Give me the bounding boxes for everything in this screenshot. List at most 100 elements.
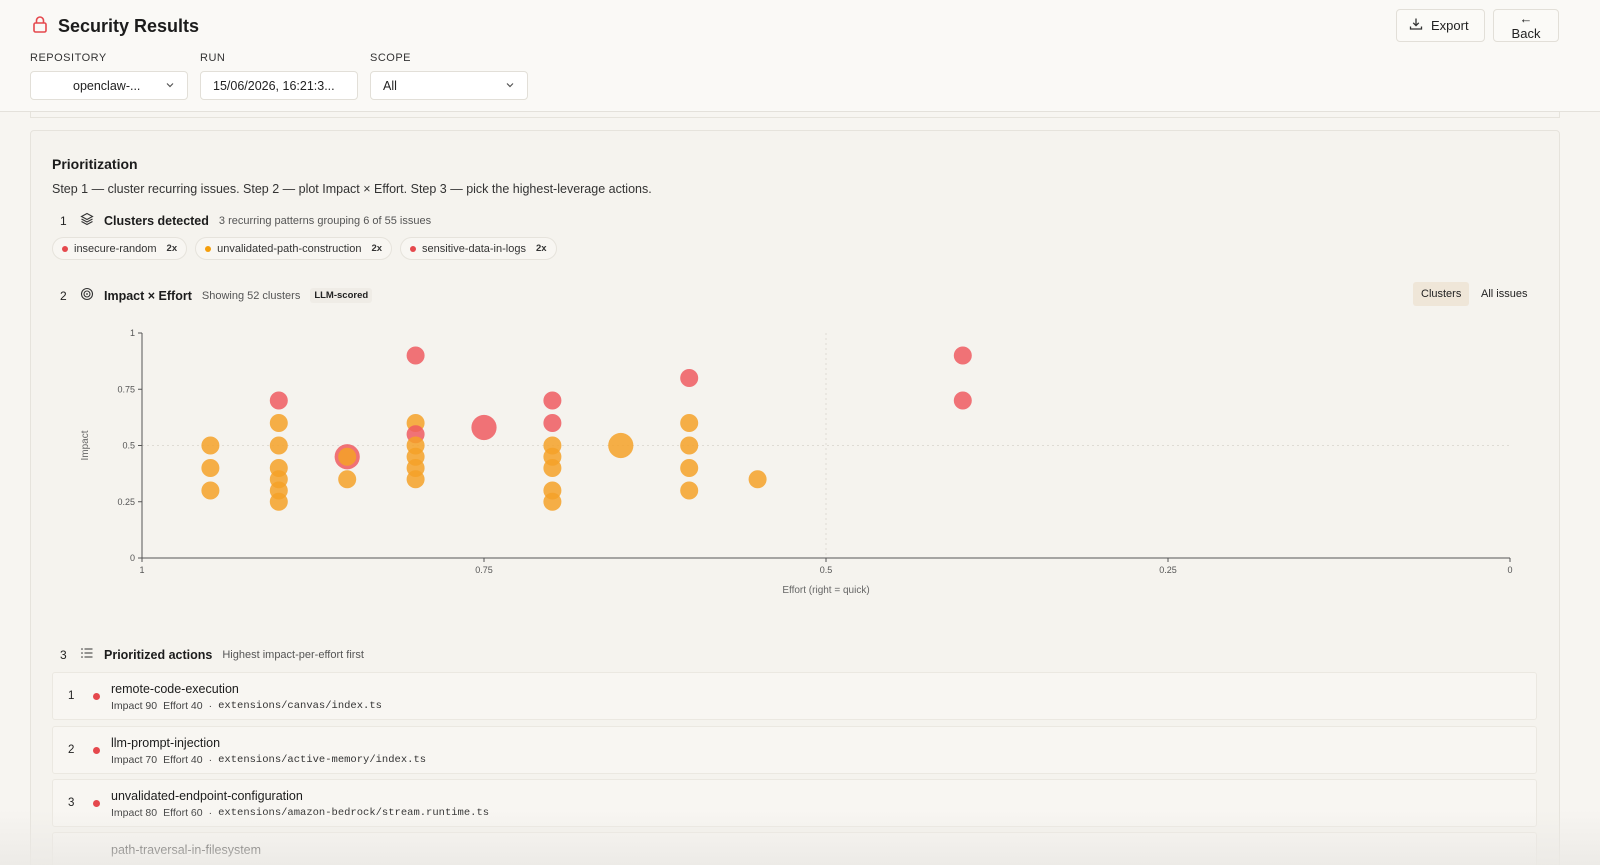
lock-icon xyxy=(30,14,50,39)
action-item[interactable]: 1 remote-code-execution Impact 90 Effort… xyxy=(52,672,1537,720)
export-button[interactable]: Export xyxy=(1396,9,1485,42)
run-filter: RUN 15/06/2026, 16:21:3... xyxy=(200,52,358,100)
run-label: RUN xyxy=(200,52,226,64)
action-name: unvalidated-endpoint-configuration xyxy=(111,789,303,803)
cluster-point[interactable] xyxy=(406,470,425,489)
scope-select[interactable]: All xyxy=(370,71,528,100)
cluster-point[interactable] xyxy=(543,414,562,432)
action-meta: Impact 70 Effort 40 · extensions/active-… xyxy=(111,754,426,766)
meta-separator: · xyxy=(208,700,213,712)
x-tick-label: 0 xyxy=(1507,565,1512,575)
cluster-point[interactable] xyxy=(269,414,288,432)
action-rank: 2 xyxy=(68,744,75,756)
cluster-point[interactable] xyxy=(201,436,220,455)
chip-label: sensitive-data-in-logs xyxy=(422,242,526,255)
step-title: Clusters detected xyxy=(104,213,209,228)
run-value: 15/06/2026, 16:21:3... xyxy=(213,78,335,93)
run-select[interactable]: 15/06/2026, 16:21:3... xyxy=(200,71,358,100)
action-effort: Effort 40 xyxy=(163,700,203,712)
chevron-down-icon xyxy=(505,79,515,93)
all-issues-toggle[interactable]: All issues xyxy=(1473,282,1535,306)
impact-effort-chart: 1 0.75 0.5 0.25 0 0 0.25 0.5 0.75 1 Effort (right … xyxy=(80,328,1513,596)
step-subtitle: Showing 52 clusters xyxy=(201,289,301,302)
y-tick-label: 1 xyxy=(130,328,135,338)
step-title: Impact × Effort xyxy=(104,288,192,303)
action-item[interactable]: 2 llm-prompt-injection Impact 70 Effort … xyxy=(52,726,1537,774)
cluster-point[interactable] xyxy=(608,432,634,459)
cluster-point[interactable] xyxy=(953,346,972,365)
y-tick-label: 0.25 xyxy=(117,497,135,507)
y-tick-label: 0.5 xyxy=(122,441,135,451)
action-path: extensions/canvas/index.ts xyxy=(218,700,382,712)
cluster-point[interactable] xyxy=(953,391,972,410)
cluster-point[interactable] xyxy=(269,492,288,511)
cluster-point[interactable] xyxy=(543,391,562,410)
layers-icon xyxy=(80,212,94,229)
action-path: extensions/amazon-bedrock/stream.runtime… xyxy=(218,807,490,819)
cluster-point[interactable] xyxy=(680,481,699,500)
severity-dot xyxy=(410,245,417,252)
step-actions-header: 3 Prioritized actions Highest impact-per… xyxy=(60,646,364,663)
action-rank: 1 xyxy=(68,690,75,702)
cluster-point[interactable] xyxy=(338,470,357,489)
action-meta: Impact 80 Effort 60 · extensions/amazon-… xyxy=(111,807,489,819)
back-label: ← Back xyxy=(1511,10,1541,41)
action-effort: Effort 60 xyxy=(163,807,203,819)
cluster-point[interactable] xyxy=(680,369,699,387)
export-label: Export xyxy=(1431,18,1469,33)
clusters-toggle[interactable]: Clusters xyxy=(1413,282,1470,306)
cluster-point[interactable] xyxy=(201,481,220,500)
action-path: extensions/active-memory/index.ts xyxy=(218,754,427,766)
title-row: Security Results xyxy=(30,14,199,39)
x-axis-label: Effort (right = quick) xyxy=(782,585,869,596)
cluster-point[interactable] xyxy=(680,414,699,432)
step-number: 2 xyxy=(60,288,67,303)
action-item[interactable]: path-traversal-in-filesystem xyxy=(52,832,1537,865)
cluster-chip[interactable]: unvalidated-path-construction 2x xyxy=(195,237,393,260)
action-item[interactable]: 3 unvalidated-endpoint-configuration Imp… xyxy=(52,779,1537,827)
cluster-point[interactable] xyxy=(471,414,497,441)
action-impact: Impact 80 xyxy=(111,807,158,819)
back-button[interactable]: ← Back xyxy=(1493,9,1559,42)
severity-dot xyxy=(93,693,100,700)
severity-dot xyxy=(205,245,212,252)
cluster-point[interactable] xyxy=(543,459,562,477)
action-rank: 3 xyxy=(68,797,75,809)
prioritization-title: Prioritization xyxy=(52,156,138,172)
scope-value: All xyxy=(383,78,397,93)
cluster-point[interactable] xyxy=(748,470,767,489)
download-icon xyxy=(1409,17,1423,34)
step-clusters-header: 1 Clusters detected 3 recurring patterns… xyxy=(60,212,431,229)
repository-select[interactable]: openclaw-... xyxy=(30,71,188,100)
cluster-point[interactable] xyxy=(338,447,357,466)
scope-label: SCOPE xyxy=(370,52,412,64)
cluster-point[interactable] xyxy=(680,436,699,455)
y-axis-label: Impact xyxy=(80,430,91,460)
prioritization-description: Step 1 — cluster recurring issues. Step … xyxy=(52,182,652,196)
chip-label: insecure-random xyxy=(74,242,157,255)
chevron-down-icon xyxy=(165,79,175,93)
llm-scored-badge: LLM-scored xyxy=(310,288,373,303)
cluster-point[interactable] xyxy=(680,459,699,477)
cluster-point[interactable] xyxy=(406,346,425,365)
step-number: 3 xyxy=(60,647,67,662)
step-subtitle: Highest impact-per-effort first xyxy=(222,648,364,661)
filters: REPOSITORY openclaw-... RUN 15/06/2026, … xyxy=(30,52,528,100)
meta-separator: · xyxy=(208,754,213,766)
repository-filter: REPOSITORY openclaw-... xyxy=(30,52,188,100)
cluster-chip[interactable]: sensitive-data-in-logs 2x xyxy=(400,237,557,260)
severity-dot xyxy=(93,747,100,754)
cluster-point[interactable] xyxy=(543,492,562,511)
cluster-point[interactable] xyxy=(269,391,288,410)
target-icon xyxy=(80,287,94,304)
repository-label: REPOSITORY xyxy=(30,52,107,64)
chip-count: 2x xyxy=(166,243,178,254)
action-name: llm-prompt-injection xyxy=(111,736,221,750)
cluster-chip[interactable]: insecure-random 2x xyxy=(52,237,188,260)
cluster-point[interactable] xyxy=(269,436,288,455)
cluster-chips: insecure-random 2x unvalidated-path-cons… xyxy=(52,237,557,260)
cluster-point[interactable] xyxy=(201,459,220,477)
repository-value: openclaw-... xyxy=(73,78,141,93)
chip-count: 2x xyxy=(371,243,383,254)
action-name: remote-code-execution xyxy=(111,682,239,696)
